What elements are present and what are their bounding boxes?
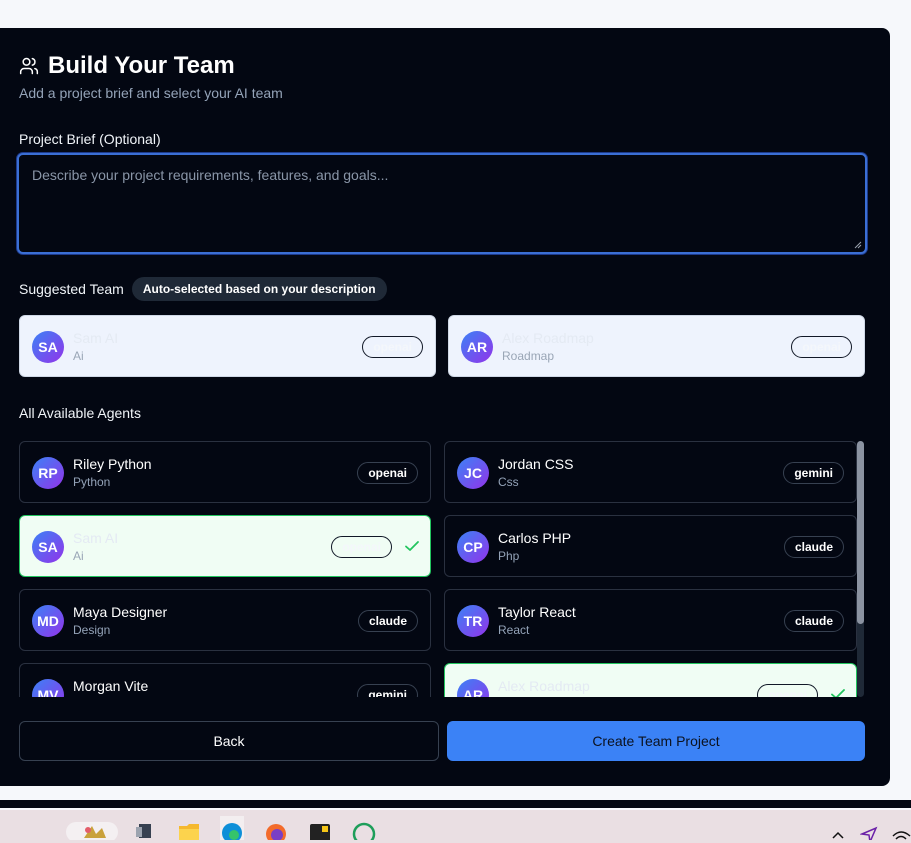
provider-badge: openai — [357, 462, 418, 484]
agent-card[interactable]: MV Morgan Vite Vite gemini — [19, 663, 431, 697]
back-button[interactable]: Back — [19, 721, 439, 761]
file-explorer-icon[interactable] — [177, 816, 201, 840]
auto-selected-badge: Auto-selected based on your description — [131, 277, 387, 301]
suggested-team-label: Suggested Team — [19, 281, 124, 297]
agent-name: Riley Python — [73, 456, 152, 472]
avatar: RP — [32, 457, 64, 489]
header: Build Your Team — [19, 52, 235, 80]
avatar: SA — [32, 331, 64, 363]
agent-card[interactable]: MD Maya Designer Design claude — [19, 589, 431, 651]
scrollbar-thumb[interactable] — [857, 441, 864, 624]
agent-role: Php — [498, 549, 520, 563]
agent-name: Alex Roadmap — [502, 330, 594, 346]
terminal-icon[interactable] — [308, 816, 332, 840]
provider-badge: openai — [331, 536, 392, 558]
avatar: JC — [457, 457, 489, 489]
provider-badge: openai — [362, 336, 423, 358]
create-team-project-button[interactable]: Create Team Project — [447, 721, 865, 761]
widgets-icon[interactable] — [66, 816, 118, 840]
project-brief-input[interactable] — [19, 155, 865, 252]
agent-role: Python — [73, 475, 111, 489]
agent-card[interactable]: RP Riley Python Python openai — [19, 441, 431, 503]
provider-badge: gemini — [357, 684, 418, 697]
check-icon — [405, 541, 419, 551]
avatar: CP — [457, 531, 489, 563]
available-agents-label: All Available Agents — [19, 405, 141, 421]
provider-badge: claude — [357, 610, 418, 632]
project-brief-field-wrapper — [17, 153, 867, 254]
check-icon — [831, 689, 845, 697]
suggested-team-header: Suggested Team Auto-selected based on yo… — [19, 277, 387, 301]
avatar: TR — [457, 605, 489, 637]
agent-role: Css — [498, 475, 519, 489]
agent-name: Jordan CSS — [498, 456, 574, 472]
agent-card-selected[interactable]: AR Alex Roadmap Roadmap openai — [444, 663, 857, 697]
agent-role: Design — [73, 623, 111, 637]
agent-card-selected[interactable]: SA Sam AI Ai openai — [19, 515, 431, 577]
provider-badge: openai — [757, 684, 818, 697]
provider-badge: claude — [783, 536, 844, 558]
agent-role: Ai — [73, 549, 84, 563]
agent-name: Alex Roadmap — [498, 678, 590, 694]
send-icon[interactable] — [860, 816, 878, 840]
provider-badge: openai — [791, 336, 852, 358]
agent-role: Roadmap — [502, 349, 555, 363]
agent-card[interactable]: JC Jordan CSS Css gemini — [444, 441, 857, 503]
available-agents-list[interactable]: RP Riley Python Python openai JC Jordan … — [0, 440, 870, 697]
avatar: AR — [461, 331, 493, 363]
page-subtitle: Add a project brief and select your AI t… — [19, 85, 283, 101]
avatar: MD — [32, 605, 64, 637]
resize-handle-icon[interactable] — [854, 241, 862, 249]
agent-card[interactable]: CP Carlos PHP Php claude — [444, 515, 857, 577]
agent-card[interactable]: TR Taylor React React claude — [444, 589, 857, 651]
agent-name: Maya Designer — [73, 604, 168, 620]
agent-name: Morgan Vite — [73, 678, 149, 694]
suggested-agent-card[interactable]: SA Sam AI Ai openai — [19, 315, 436, 377]
whatsapp-icon[interactable] — [352, 816, 376, 840]
agents-scrollbar[interactable] — [857, 441, 864, 697]
avatar: SA — [32, 531, 64, 563]
task-view-icon[interactable] — [133, 816, 157, 840]
agent-name: Sam AI — [73, 530, 119, 546]
suggested-agent-card[interactable]: AR Alex Roadmap Roadmap openai — [448, 315, 865, 377]
project-brief-label: Project Brief (Optional) — [19, 131, 161, 147]
agent-name: Sam AI — [73, 330, 119, 346]
provider-badge: gemini — [783, 462, 844, 484]
agent-role: Ai — [73, 349, 84, 363]
firefox-icon[interactable] — [264, 816, 288, 840]
page-title: Build Your Team — [48, 52, 235, 79]
window-bottom-edge — [0, 800, 911, 808]
provider-badge: claude — [783, 610, 844, 632]
agent-name: Taylor React — [498, 604, 576, 620]
wifi-icon — [892, 831, 911, 840]
avatar: AR — [457, 679, 489, 697]
chevron-up-icon[interactable] — [830, 816, 846, 840]
users-icon — [19, 57, 39, 75]
agent-name: Carlos PHP — [498, 530, 572, 546]
avatar: MV — [32, 679, 64, 697]
agent-role: React — [498, 623, 530, 637]
edge-browser-icon[interactable] — [220, 816, 244, 840]
